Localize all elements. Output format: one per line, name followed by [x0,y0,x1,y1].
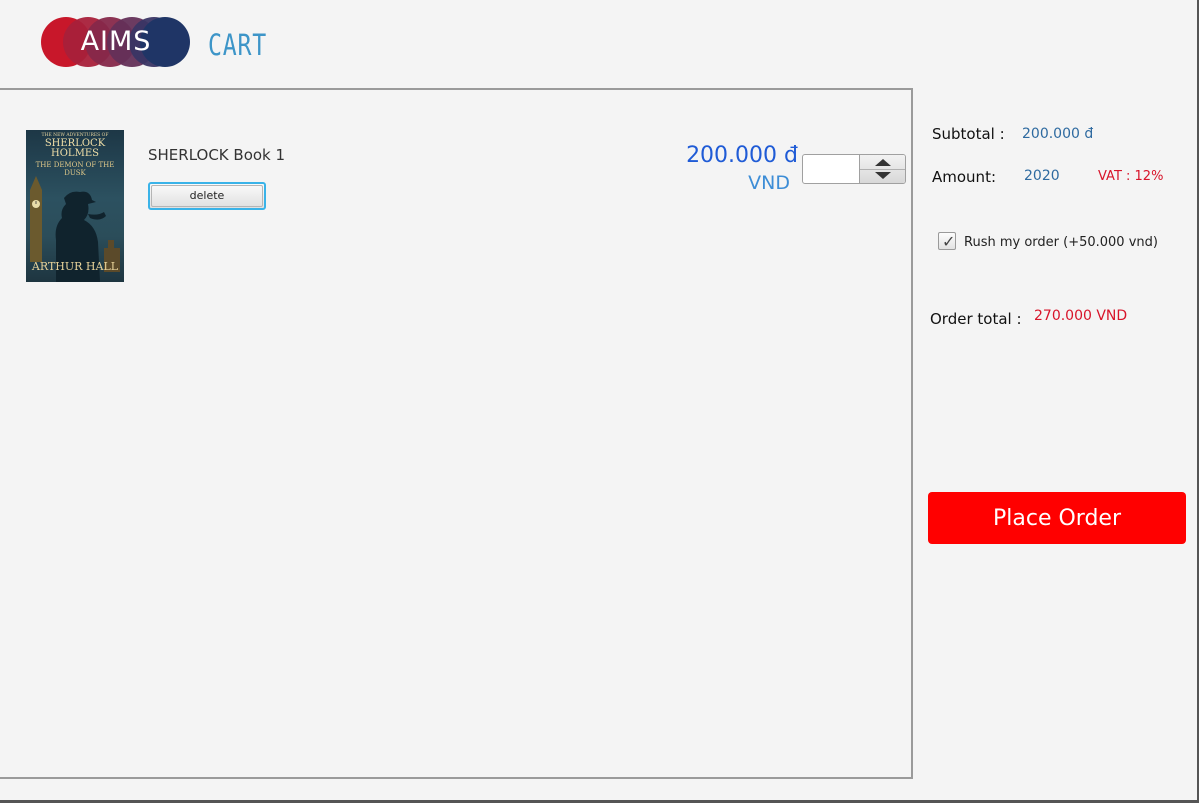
page-title: CART [208,28,268,62]
cover-subtitle: THE DEMON OF THE DUSK [35,161,115,177]
quantity-spinner[interactable] [802,154,906,184]
spinner-buttons [859,155,905,183]
aims-logo: AIMS [41,17,191,67]
amount-value: 2020 [1024,168,1060,184]
arrow-up-icon [875,159,891,166]
rush-order-checkbox[interactable]: ✓ [938,232,956,251]
subtotal-label: Subtotal : [932,125,1005,143]
arrow-down-icon [875,172,891,179]
delete-item-button[interactable]: delete [148,182,266,210]
order-total-value: 270.000 VND [1034,308,1128,324]
delete-button-label: delete [151,185,263,207]
place-order-button[interactable]: Place Order [928,492,1186,544]
cart-item-title: SHERLOCK Book 1 [148,146,286,164]
logo-text: AIMS [80,26,152,57]
increment-button[interactable] [860,155,905,170]
quantity-input[interactable] [803,155,867,183]
order-total-label: Order total : [930,310,1022,328]
checkmark-icon: ✓ [942,232,956,251]
vat-rate: VAT : 12% [1098,169,1164,184]
rush-order-label[interactable]: Rush my order (+50.000 vnd) [964,235,1158,250]
cover-series-title: SHERLOCK HOLMES [44,138,106,159]
item-price-currency: VND [748,172,790,194]
decrement-button[interactable] [860,169,905,183]
cover-author: ARTHUR HALL [31,260,119,273]
subtotal-value: 200.000 đ [1022,126,1094,142]
book-cover-image: THE NEW ADVENTURES OF SHERLOCK HOLMES TH… [26,130,124,282]
amount-label: Amount: [932,168,996,186]
item-price: 200.000 đ [686,143,798,168]
